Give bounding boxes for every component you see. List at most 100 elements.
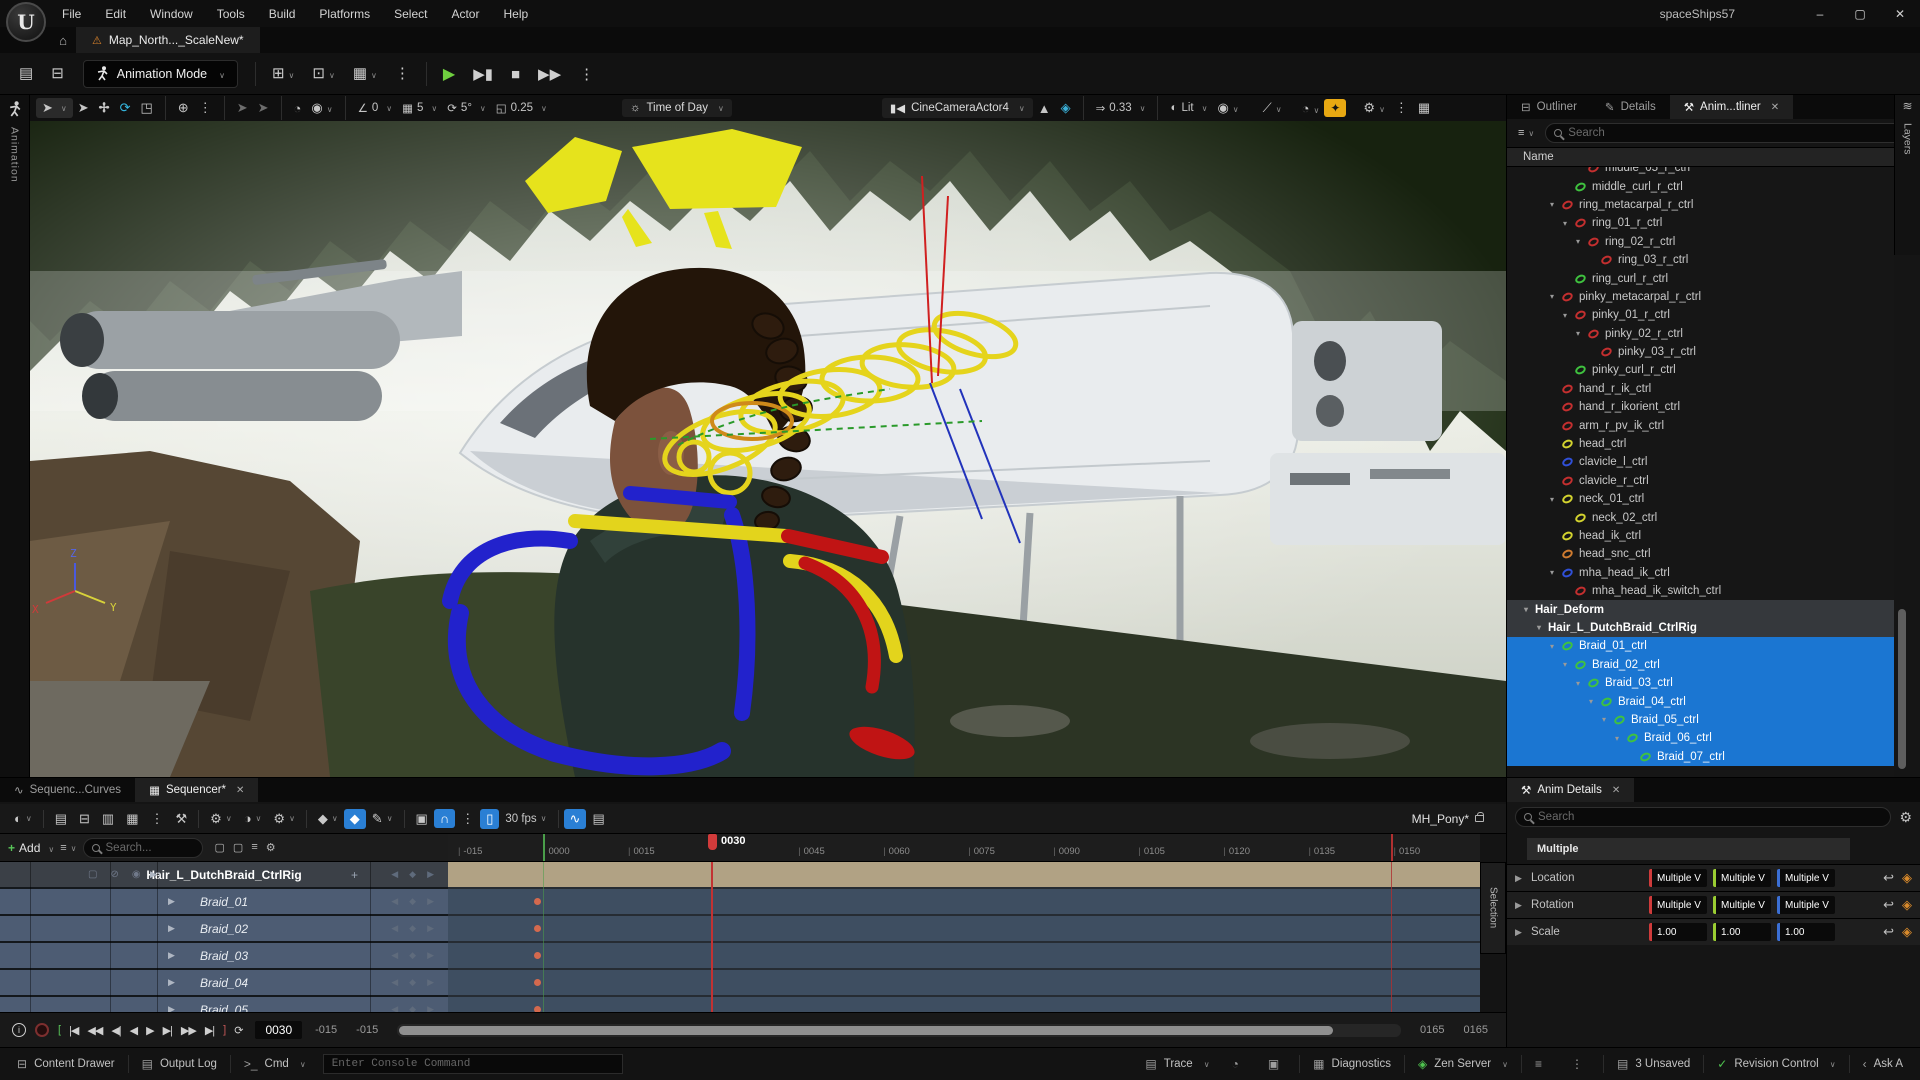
- outliner-row[interactable]: ▾ clavicle_l_ctrl: [1507, 453, 1894, 471]
- property-row[interactable]: ▶ Rotation Multiple V Multiple V Multipl…: [1507, 891, 1920, 918]
- wrench-settings-icon[interactable]: ⚙: [204, 809, 238, 829]
- anim-details-search-input[interactable]: [1538, 811, 1882, 823]
- tab-outliner[interactable]: ⊟ Outliner: [1507, 95, 1591, 119]
- outliner-row[interactable]: ▾ Braid_03_ctrl: [1507, 674, 1894, 692]
- key-navigation[interactable]: ◀◆▶: [391, 950, 434, 961]
- view-options-icon[interactable]: ◑: [238, 809, 268, 828]
- save-all-icon[interactable]: ▤: [10, 61, 42, 86]
- expander-icon[interactable]: ▶: [168, 950, 175, 961]
- animation-mode-strip[interactable]: Animation: [0, 95, 30, 777]
- diagnostics-button[interactable]: ▦ Diagnostics: [1302, 1048, 1402, 1080]
- step-back-button[interactable]: ◀|: [111, 1024, 120, 1037]
- Braid_04[interactable]: ▢⊘◉∩ ▶ Braid_04 + ◀◆▶: [0, 970, 448, 995]
- ask-ai-button[interactable]: ‹ Ask A: [1852, 1048, 1914, 1080]
- expander-icon[interactable]: ▾: [1602, 715, 1613, 724]
- sequencer-toolbar-item[interactable]: [558, 810, 559, 828]
- to-end-button[interactable]: ▶|: [205, 1024, 214, 1037]
- timeline-scroll-thumb[interactable]: [399, 1026, 1333, 1035]
- y-value-field[interactable]: 1.00: [1713, 923, 1771, 941]
- range-end-field[interactable]: 0165: [1458, 1024, 1494, 1036]
- set-start-button[interactable]: [: [58, 1024, 60, 1036]
- to-front-button[interactable]: |◀: [69, 1024, 78, 1037]
- tab-anim-details[interactable]: ⚒ Anim Details ✕: [1507, 778, 1634, 802]
- close-button[interactable]: ✕: [1880, 0, 1920, 27]
- expander-icon[interactable]: ▾: [1563, 219, 1574, 228]
- stop-button[interactable]: ■: [502, 62, 529, 87]
- rotate-tool-icon[interactable]: ⟳: [115, 98, 136, 118]
- Braid_03[interactable]: [448, 943, 1480, 968]
- expander-icon[interactable]: ▾: [1524, 605, 1535, 614]
- anim-details-search-box[interactable]: [1515, 807, 1891, 827]
- output-log-button[interactable]: ▤ Output Log: [131, 1048, 228, 1080]
- status-item[interactable]: [1603, 1055, 1604, 1073]
- key-navigation[interactable]: ◀◆▶: [391, 977, 434, 988]
- play-button[interactable]: ▶: [434, 62, 464, 87]
- key-navigation[interactable]: ◀◆▶: [391, 869, 434, 880]
- expander-icon[interactable]: ▾: [1550, 642, 1561, 651]
- sequence-breadcrumb-icon[interactable]: ▤: [586, 809, 610, 829]
- status-item[interactable]: [128, 1055, 129, 1073]
- content-drawer-button[interactable]: ⊟ Content Drawer: [6, 1048, 126, 1080]
- play-options-icon[interactable]: ⋮: [570, 62, 603, 87]
- record-button[interactable]: [35, 1023, 49, 1037]
- kebab-menu-icon[interactable]: ⋮: [1390, 98, 1413, 118]
- settings-gear-icon[interactable]: ⚙: [1899, 809, 1912, 826]
- expander-icon[interactable]: ▾: [1550, 495, 1561, 504]
- speed-dial-icon[interactable]: ◔: [1297, 99, 1325, 118]
- rig-translate-icon[interactable]: ➤: [253, 98, 274, 118]
- Braid_02[interactable]: [448, 916, 1480, 941]
- render-movie-icon[interactable]: ⚒: [170, 809, 194, 829]
- z-value-field[interactable]: Multiple V: [1777, 869, 1835, 887]
- outliner-row[interactable]: ▾ ring_03_r_ctrl: [1507, 251, 1894, 269]
- outliner-row[interactable]: ▾ pinky_01_r_ctrl: [1507, 306, 1894, 324]
- status-item[interactable]: [1521, 1055, 1522, 1073]
- tab-details[interactable]: ✎ Details: [1591, 95, 1670, 119]
- outliner-search-input[interactable]: [1568, 127, 1905, 139]
- close-tab-icon[interactable]: ✕: [236, 785, 244, 796]
- timeline-scrollbar[interactable]: [397, 1024, 1401, 1037]
- Braid_05[interactable]: ▢⊘◉∩ ▶ Braid_05 + ◀◆▶: [0, 997, 448, 1012]
- clapperboard-icon[interactable]: ▦: [120, 809, 144, 829]
- unreal-logo-icon[interactable]: U: [6, 2, 46, 42]
- outliner-scrollbar[interactable]: [1898, 609, 1906, 769]
- outliner-row[interactable]: ▾ mha_head_ik_switch_ctrl: [1507, 582, 1894, 600]
- outliner-row[interactable]: ▾ Hair_Deform: [1507, 600, 1894, 618]
- browse-sequence-icon[interactable]: ⊟: [73, 809, 96, 829]
- pilot-icon[interactable]: ◈: [1056, 98, 1076, 118]
- set-end-button[interactable]: ]: [223, 1024, 225, 1036]
- viewport-settings-icon[interactable]: ⚙: [1358, 98, 1390, 118]
- cinematics-icon[interactable]: ▦: [344, 61, 386, 86]
- Braid_03[interactable]: ▢⊘◉∩ ▶ Braid_03 + ◀◆▶: [0, 943, 448, 968]
- outliner-row[interactable]: ▾ hand_r_ik_ctrl: [1507, 380, 1894, 398]
- anim-options-icon[interactable]: ◉: [306, 98, 337, 118]
- tab-sequencer[interactable]: ▦ Sequencer* ✕: [135, 778, 258, 802]
- list-options-icon[interactable]: ≡: [251, 841, 257, 854]
- skip-button[interactable]: ▶▶: [529, 62, 570, 87]
- tab-sequencer-curves[interactable]: ∿ Sequenc...Curves: [0, 778, 135, 802]
- console-command-input[interactable]: [323, 1054, 623, 1074]
- camera-speed-dropdown[interactable]: ⇒0.33: [1091, 99, 1151, 117]
- status-item[interactable]: [230, 1055, 231, 1073]
- keyframe-settings-icon[interactable]: ◆: [312, 809, 344, 829]
- track-search-box[interactable]: [83, 838, 203, 858]
- name-column-header[interactable]: Name: [1507, 147, 1894, 167]
- camera-lock-icon[interactable]: ▣: [410, 809, 434, 829]
- curve-editor-toggle[interactable]: ∿: [564, 809, 587, 829]
- outliner-row[interactable]: ▾ arm_r_pv_ik_ctrl: [1507, 416, 1894, 434]
- level-tab[interactable]: ⚠ Map_North..._ScaleNew*: [76, 27, 260, 53]
- z-value-field[interactable]: Multiple V: [1777, 896, 1835, 914]
- layers-stack-icon[interactable]: ≋: [1902, 99, 1912, 113]
- outliner-row[interactable]: ▾ hand_r_ikorient_ctrl: [1507, 398, 1894, 416]
- frame-skip-button[interactable]: ▶▮: [464, 62, 502, 87]
- outliner-row[interactable]: ▾ Braid_07_ctrl: [1507, 748, 1894, 766]
- fps-dropdown[interactable]: 30 fps: [499, 811, 552, 827]
- blueprints-icon[interactable]: ⊡: [303, 61, 343, 86]
- expander-icon[interactable]: ▶: [168, 1004, 175, 1012]
- outliner-row[interactable]: ▾ head_snc_ctrl: [1507, 545, 1894, 563]
- range-start-field[interactable]: -015: [309, 1024, 343, 1036]
- playhead-handle[interactable]: [708, 834, 717, 850]
- outliner-row[interactable]: ▾ Braid_01_ctrl: [1507, 637, 1894, 655]
- property-row[interactable]: ▶ Location Multiple V Multiple V Multipl…: [1507, 864, 1920, 891]
- menu-item[interactable]: File: [50, 0, 93, 27]
- track-filter-icon[interactable]: ≡: [60, 842, 76, 854]
